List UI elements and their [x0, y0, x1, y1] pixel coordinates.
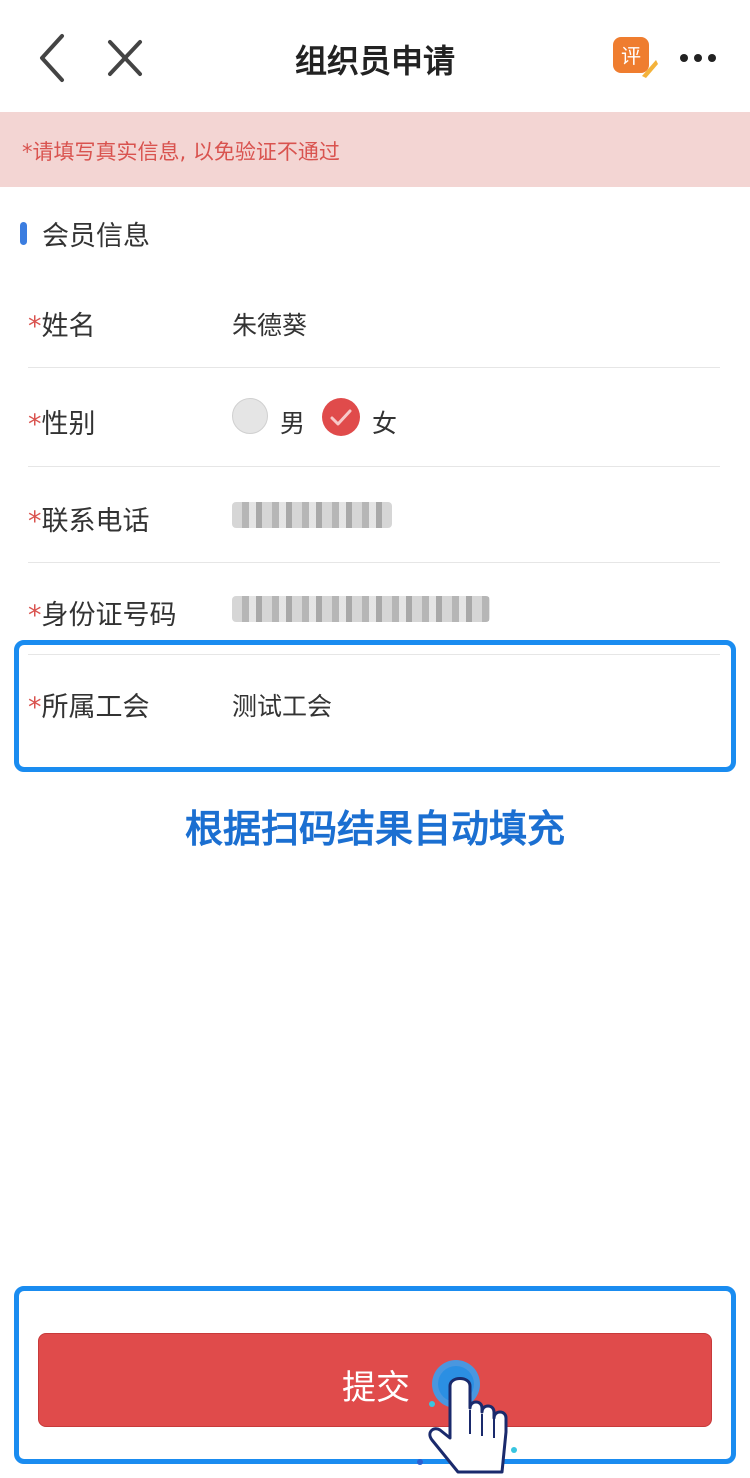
rate-icon[interactable]: 评 — [612, 36, 658, 80]
gender-male-label[interactable]: 男 — [280, 404, 305, 440]
submit-button[interactable]: 提交 — [38, 1333, 712, 1427]
section-accent-bar — [20, 222, 27, 245]
id-number-label: *身份证号码 — [28, 600, 177, 631]
checkmark-icon — [330, 409, 352, 426]
required-mark: * — [28, 409, 42, 440]
submit-label: 提交 — [342, 1368, 410, 1408]
name-value[interactable]: 朱德葵 — [232, 306, 307, 342]
form-row-name: *姓名 朱德葵 — [28, 270, 720, 368]
id-number-value-blurred[interactable] — [232, 596, 490, 622]
required-mark: * — [28, 311, 42, 342]
notice-text: *请填写真实信息, 以免验证不通过 — [22, 140, 340, 164]
more-icon[interactable] — [676, 44, 720, 72]
name-label: *姓名 — [28, 311, 96, 342]
required-mark: * — [28, 600, 42, 631]
autofill-hint: 根据扫码结果自动填充 — [184, 807, 565, 851]
gender-label: *性别 — [28, 409, 96, 440]
section-title: 会员信息 — [42, 221, 150, 252]
notice-banner: *请填写真实信息, 以免验证不通过 — [0, 112, 750, 187]
gender-female-radio[interactable] — [322, 398, 360, 436]
phone-label: *联系电话 — [28, 506, 150, 537]
rate-glyph: 评 — [621, 44, 641, 68]
phone-value-blurred[interactable] — [232, 502, 392, 528]
form-row-gender: *性别 男 女 — [28, 368, 720, 467]
form-row-phone: *联系电话 — [28, 467, 720, 563]
union-highlight-box — [14, 640, 736, 772]
gender-male-radio[interactable] — [232, 398, 268, 434]
nav-bar: 组织员申请 评 — [0, 0, 750, 112]
required-mark: * — [28, 506, 42, 537]
gender-female-label[interactable]: 女 — [372, 404, 397, 440]
tap-hand-icon — [417, 1360, 517, 1474]
